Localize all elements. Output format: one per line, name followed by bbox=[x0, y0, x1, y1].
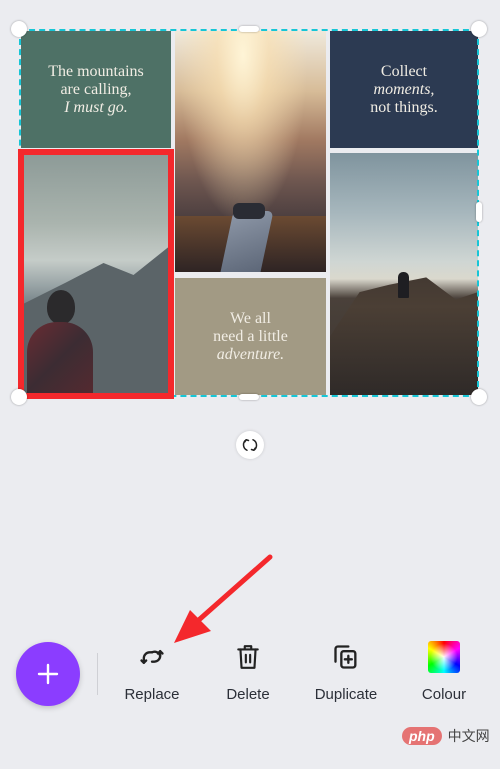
duplicate-label: Duplicate bbox=[314, 686, 378, 703]
watermark: php 中文网 bbox=[402, 726, 490, 746]
colour-label: Colour bbox=[421, 686, 467, 703]
replace-icon bbox=[140, 650, 164, 664]
delete-label: Delete bbox=[226, 686, 270, 703]
watermark-logo: php bbox=[402, 727, 442, 745]
delete-button[interactable]: Delete bbox=[208, 640, 288, 710]
duplicate-button[interactable]: Duplicate bbox=[306, 640, 386, 710]
watermark-text: 中文网 bbox=[447, 729, 490, 745]
add-button[interactable] bbox=[16, 642, 80, 706]
replace-button[interactable]: Replace bbox=[112, 640, 192, 710]
toolbar-divider bbox=[97, 653, 98, 695]
plus-icon bbox=[37, 663, 59, 685]
colour-button[interactable]: Colour bbox=[404, 640, 484, 710]
duplicate-icon bbox=[334, 645, 357, 669]
colour-swatch-icon bbox=[428, 641, 460, 673]
trash-icon bbox=[237, 645, 259, 669]
replace-label: Replace bbox=[124, 686, 180, 703]
